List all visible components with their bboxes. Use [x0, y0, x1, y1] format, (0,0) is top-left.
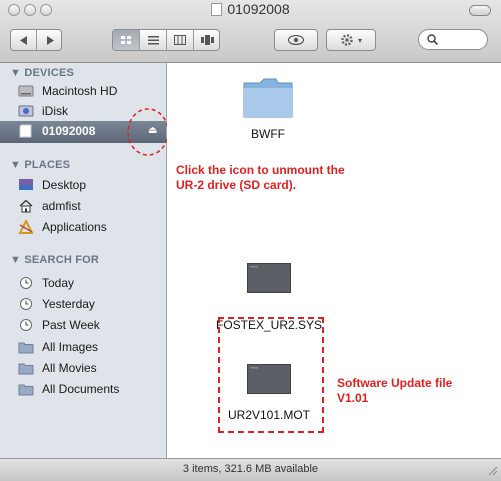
sidebar-item-all-images[interactable]: All Images [0, 337, 166, 359]
drive-icon [211, 3, 223, 16]
unmount-instruction-note: Click the icon to unmount the UR-2 drive… [176, 163, 345, 192]
title-bar: 01092008 ▾ [0, 0, 501, 63]
resize-grip-icon[interactable] [487, 465, 497, 475]
folder-icon [243, 78, 293, 118]
clock-icon [20, 277, 32, 289]
icon-view-icon [120, 35, 131, 44]
section-header-search-for: ▼ SEARCH FOR [10, 254, 100, 266]
column-view-button[interactable] [167, 30, 193, 50]
sidebar-item-past-week[interactable]: Past Week [0, 315, 166, 337]
clock-icon [20, 298, 32, 310]
gear-icon [341, 34, 353, 46]
sidebar-item-yesterday[interactable]: Yesterday [0, 294, 166, 316]
smart-folder-icon [18, 342, 34, 354]
quick-look-button[interactable] [274, 29, 318, 51]
clock-icon [20, 319, 32, 331]
eye-icon [288, 35, 304, 45]
smart-folder-icon [18, 363, 34, 375]
applications-icon [18, 220, 34, 234]
hard-drive-icon [18, 85, 34, 97]
file-browser: BWFF FOSTEX_UR2.SYS UR2V101.MOT Click th… [167, 63, 501, 458]
list-view-icon [147, 35, 159, 44]
eject-highlight-circle [127, 108, 169, 156]
cover-flow-button[interactable] [194, 30, 220, 50]
search-field[interactable] [418, 29, 488, 50]
status-bar: 3 items, 321.6 MB available [0, 458, 501, 481]
file-icon [247, 263, 291, 293]
sidebar-item-applications[interactable]: Applications [0, 217, 166, 239]
sidebar-item-today[interactable]: Today [0, 273, 166, 295]
smart-folder-icon [18, 384, 34, 396]
section-header-devices: ▼ DEVICES [10, 67, 75, 79]
forward-button[interactable] [37, 30, 62, 50]
cover-flow-icon [200, 35, 214, 45]
update-file-note: Software Update file V1.01 [337, 376, 453, 405]
chevron-down-icon: ▾ [357, 35, 362, 45]
sidebar-item-all-movies[interactable]: All Movies [0, 358, 166, 380]
sidebar-item-admfist[interactable]: admfist [0, 196, 166, 218]
window-title: 01092008 [0, 1, 501, 17]
sidebar: ▼ DEVICES Macintosh HD iDisk 01092008 ⏏ … [0, 63, 169, 458]
chevron-left-icon [19, 35, 27, 45]
update-file-highlight-box [218, 317, 324, 433]
desktop-icon [19, 179, 33, 190]
sd-card-icon [19, 124, 32, 138]
home-icon [19, 199, 33, 213]
view-mode-control [112, 29, 220, 51]
icon-view-button[interactable] [113, 30, 139, 50]
idisk-icon [18, 105, 34, 117]
sidebar-item-macintosh-hd[interactable]: Macintosh HD [0, 81, 166, 103]
nav-buttons [10, 29, 62, 51]
status-text: 3 items, 321.6 MB available [182, 463, 319, 475]
list-view-button[interactable] [140, 30, 166, 50]
toolbar-toggle-button[interactable] [469, 5, 491, 16]
chevron-right-icon [46, 35, 54, 45]
sidebar-item-desktop[interactable]: Desktop [0, 175, 166, 197]
section-header-places: ▼ PLACES [10, 159, 71, 171]
finder-window: 01092008 ▾ ▼ DEVICES Macintosh HD iDisk … [0, 0, 501, 481]
sidebar-item-all-documents[interactable]: All Documents [0, 379, 166, 401]
column-view-icon [174, 35, 186, 45]
back-button[interactable] [11, 30, 36, 50]
search-icon [427, 34, 438, 45]
action-menu-button[interactable]: ▾ [326, 29, 376, 51]
